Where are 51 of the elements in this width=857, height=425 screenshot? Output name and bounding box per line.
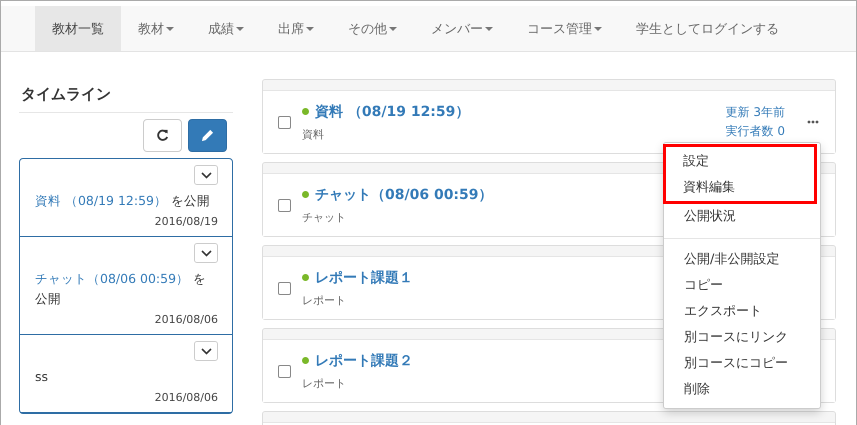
timeline-title: タイムライン bbox=[19, 79, 233, 113]
runners-count: 実行者数 0 bbox=[726, 123, 785, 140]
menu-item[interactable]: コピー bbox=[664, 273, 820, 299]
nav-tab[interactable]: 学生としてログインする bbox=[619, 6, 796, 51]
timeline-date: 2016/08/06 bbox=[154, 313, 218, 326]
timeline-date: 2016/08/19 bbox=[154, 215, 218, 228]
menu-item[interactable]: 公開状況 bbox=[664, 204, 820, 230]
pencil-icon bbox=[201, 129, 214, 142]
material-type: 資料 bbox=[302, 126, 324, 142]
material-title[interactable]: レポート課題２ bbox=[315, 352, 413, 370]
material-title[interactable]: レポート課題１ bbox=[315, 268, 413, 286]
menu-item[interactable]: 設定 bbox=[666, 149, 814, 175]
nav-tab[interactable]: メンバー bbox=[414, 6, 510, 51]
timeline-text: ss bbox=[35, 368, 50, 386]
refresh-button[interactable] bbox=[143, 119, 182, 152]
nav-tab[interactable]: 教材 bbox=[121, 6, 191, 51]
menu-item[interactable]: 別コースにコピー bbox=[664, 351, 820, 377]
menu-item[interactable]: 資料編集 bbox=[666, 175, 814, 201]
material-type: レポート bbox=[302, 376, 346, 390]
refresh-icon bbox=[156, 129, 169, 142]
dropdown-button[interactable] bbox=[194, 165, 218, 185]
dropdown-button[interactable] bbox=[194, 341, 218, 361]
timeline-date: 2016/08/06 bbox=[154, 391, 218, 404]
chevron-down-icon bbox=[200, 348, 212, 354]
material-title[interactable]: チャット（08/06 00:59） bbox=[315, 186, 493, 204]
timeline-link[interactable]: 資料 （08/19 12:59） bbox=[35, 193, 167, 208]
chevron-down-icon bbox=[200, 172, 212, 178]
chevron-down-icon bbox=[200, 250, 212, 256]
dropdown-button[interactable] bbox=[194, 243, 218, 263]
more-icon[interactable] bbox=[807, 120, 819, 124]
checkbox[interactable] bbox=[278, 364, 291, 378]
menu-item[interactable]: 削除 bbox=[664, 377, 820, 403]
material-type: チャット bbox=[302, 210, 346, 224]
checkbox[interactable] bbox=[278, 116, 291, 128]
menu-item[interactable]: エクスポート bbox=[664, 299, 820, 325]
edit-button[interactable] bbox=[188, 119, 227, 152]
checkbox[interactable] bbox=[278, 282, 291, 294]
nav-tab[interactable]: 成績 bbox=[191, 6, 261, 51]
timeline-link[interactable]: チャット（08/06 00:59） bbox=[35, 271, 190, 286]
menu-item[interactable]: 別コースにリンク bbox=[664, 325, 820, 351]
updated-text: 更新 3年前 bbox=[726, 104, 785, 121]
checkbox[interactable] bbox=[278, 198, 291, 212]
menu-item[interactable]: 公開/非公開設定 bbox=[664, 247, 820, 273]
nav-tab[interactable]: 教材一覧 bbox=[35, 6, 121, 51]
material-title[interactable]: 資料 （08/19 12:59） bbox=[315, 102, 470, 120]
timeline-text: 資料 （08/19 12:59） を公開 bbox=[35, 192, 211, 210]
nav-tab[interactable]: その他 bbox=[331, 6, 414, 51]
nav-tab[interactable]: コース管理 bbox=[510, 6, 619, 51]
nav-tab[interactable]: 出席 bbox=[261, 6, 331, 51]
timeline-text: チャット（08/06 00:59） を公開 bbox=[35, 270, 208, 308]
material-type: レポート bbox=[302, 292, 346, 308]
